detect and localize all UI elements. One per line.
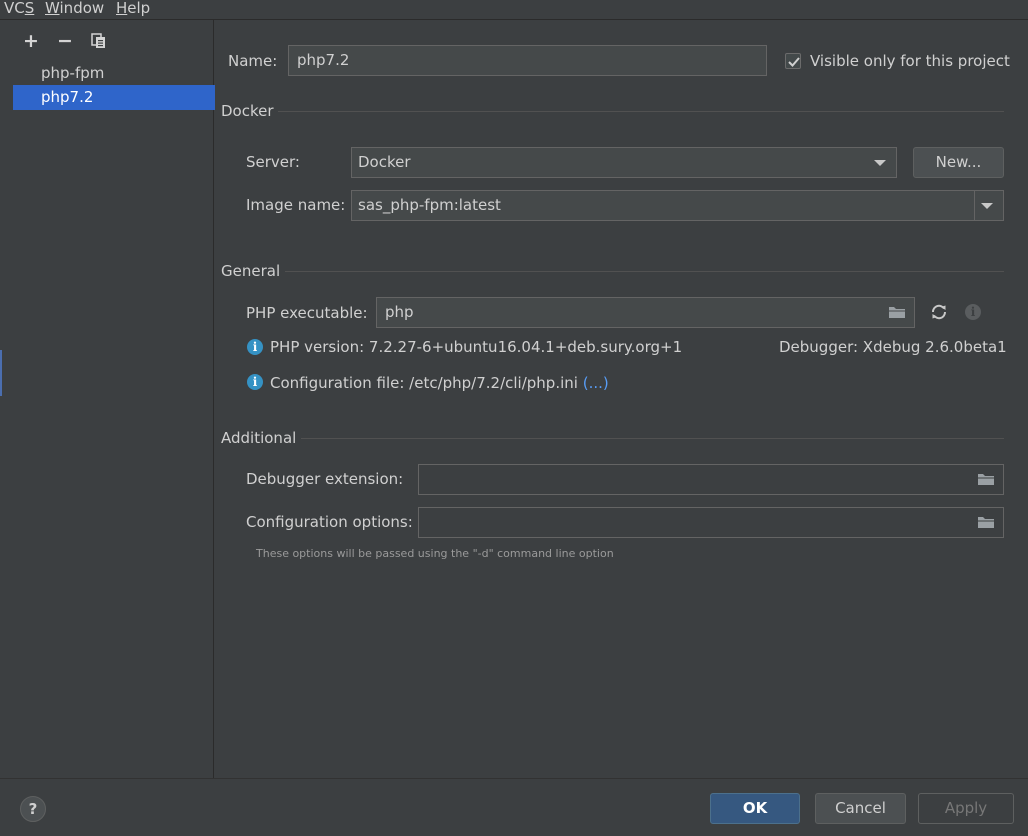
configuration-options-label: Configuration options:: [246, 513, 413, 531]
docker-section-divider: [278, 111, 1004, 112]
menu-help-mnemonic: H: [116, 0, 128, 17]
menu-vcs-prefix: VC: [4, 0, 25, 17]
name-input[interactable]: php7.2: [288, 45, 767, 76]
menu-help[interactable]: Help: [116, 0, 150, 17]
menu-window[interactable]: Window: [45, 0, 104, 17]
menu-vcs-mnemonic: S: [24, 0, 35, 17]
general-section-divider: [285, 271, 1004, 272]
chevron-down-icon[interactable]: [981, 203, 993, 209]
new-server-button[interactable]: New...: [913, 147, 1004, 178]
cancel-button[interactable]: Cancel: [815, 793, 906, 824]
additional-section-title: Additional: [221, 429, 297, 447]
add-icon[interactable]: +: [23, 32, 39, 51]
image-name-label: Image name:: [246, 196, 346, 214]
image-name-value: sas_php-fpm:latest: [358, 196, 501, 214]
help-button[interactable]: ?: [20, 796, 46, 822]
copy-icon[interactable]: [91, 33, 107, 49]
image-name-combo[interactable]: sas_php-fpm:latest: [351, 190, 1004, 221]
window-edge-marker: [0, 350, 2, 396]
php-info-icon[interactable]: i: [965, 304, 981, 320]
checkmark-icon: [788, 57, 800, 67]
configuration-options-input[interactable]: [418, 507, 1004, 538]
config-file-text: Configuration file: /etc/php/7.2/cli/php…: [270, 374, 578, 392]
cli-interpreters-dialog: + − php-fpm php7.2 Name: php7.2 Visible …: [0, 19, 1028, 836]
folder-icon[interactable]: [977, 515, 995, 529]
name-label: Name:: [228, 52, 278, 70]
menu-window-suffix: indow: [59, 0, 105, 17]
php-executable-input[interactable]: php: [376, 297, 915, 328]
debugger-extension-label: Debugger extension:: [246, 470, 404, 488]
visible-only-checkbox[interactable]: [785, 53, 801, 69]
chevron-down-icon: [874, 160, 886, 166]
info-icon: i: [247, 339, 263, 355]
server-select[interactable]: Docker: [351, 147, 897, 178]
refresh-icon[interactable]: [930, 303, 948, 321]
configuration-options-hint: These options will be passed using the "…: [256, 547, 614, 560]
config-file-row: Configuration file: /etc/php/7.2/cli/php…: [270, 374, 609, 392]
docker-section-title: Docker: [221, 102, 274, 120]
menu-bar: VCS Window Help: [0, 0, 1028, 19]
folder-icon[interactable]: [977, 472, 995, 486]
php-version-text: PHP version: 7.2.27-6+ubuntu16.04.1+deb.…: [270, 338, 683, 356]
additional-section-divider: [301, 438, 1004, 439]
footer-divider: [0, 778, 1028, 779]
general-section-title: General: [221, 262, 281, 280]
copy-icon-glyph: [91, 33, 105, 48]
server-label: Server:: [246, 153, 300, 171]
combo-separator: [974, 191, 975, 220]
server-select-value: Docker: [358, 153, 411, 171]
menu-window-mnemonic: W: [45, 0, 60, 17]
list-item-php72[interactable]: php7.2: [13, 85, 215, 110]
list-item-php-fpm[interactable]: php-fpm: [13, 61, 215, 86]
config-file-link[interactable]: (...): [583, 374, 609, 392]
menu-help-suffix: elp: [127, 0, 151, 17]
remove-icon[interactable]: −: [57, 32, 73, 51]
php-executable-label: PHP executable:: [246, 304, 368, 322]
debugger-info-text: Debugger: Xdebug 2.6.0beta1: [779, 338, 1007, 356]
php-executable-value: php: [385, 303, 414, 321]
visible-only-label: Visible only for this project: [810, 52, 1010, 70]
apply-button[interactable]: Apply: [918, 793, 1014, 824]
debugger-extension-input[interactable]: [418, 464, 1004, 495]
folder-icon[interactable]: [888, 305, 906, 319]
ok-button[interactable]: OK: [710, 793, 800, 824]
menu-vcs[interactable]: VCS: [4, 0, 34, 17]
interpreter-list-panel: + − php-fpm php7.2: [12, 20, 215, 778]
info-icon: i: [247, 374, 263, 390]
